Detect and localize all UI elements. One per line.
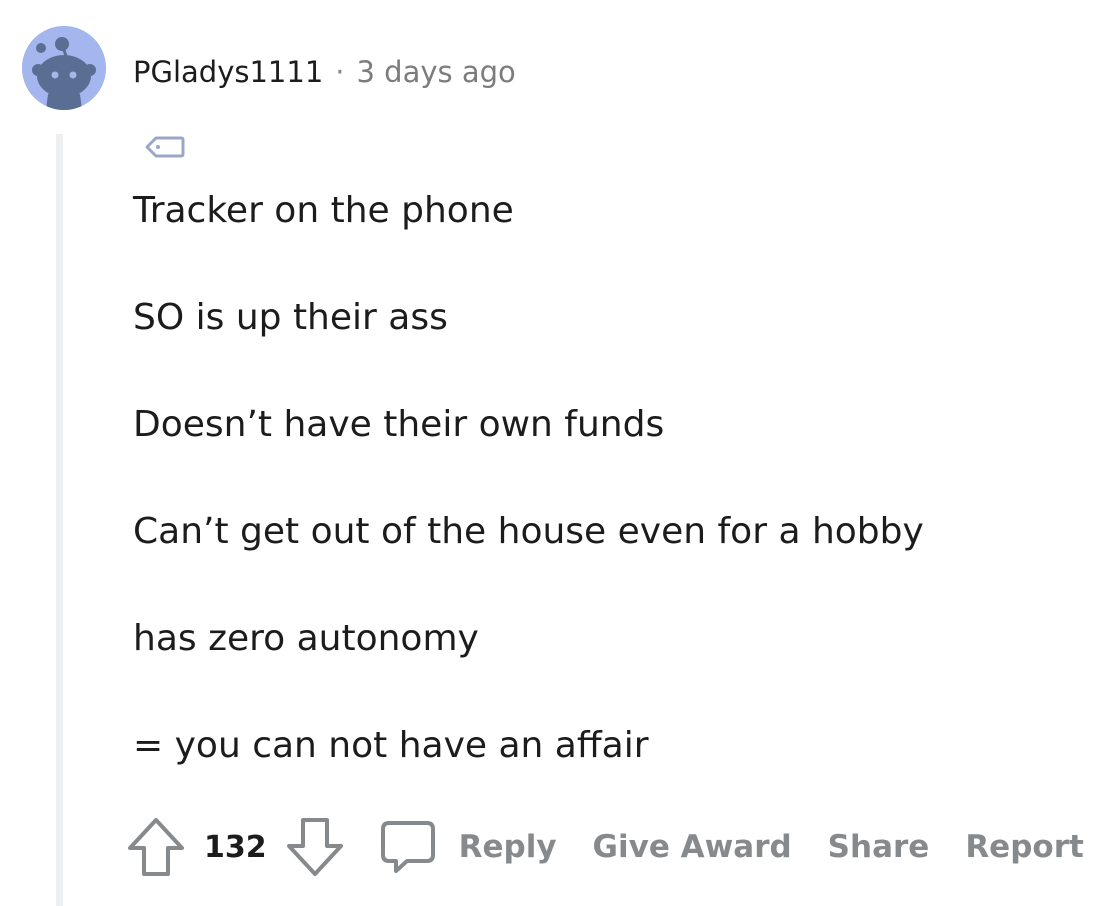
reply-label: Reply bbox=[458, 829, 557, 865]
snoo-avatar-icon bbox=[22, 26, 106, 110]
separator-dot: · bbox=[335, 55, 345, 89]
thread-collapse-line[interactable] bbox=[56, 134, 63, 906]
give-award-button[interactable]: Give Award bbox=[593, 829, 792, 865]
upvote-button[interactable] bbox=[126, 816, 186, 878]
share-button[interactable]: Share bbox=[828, 829, 930, 865]
downvote-button[interactable] bbox=[285, 816, 345, 878]
username-link[interactable]: PGladys1111 bbox=[133, 55, 323, 89]
arrow-up-icon bbox=[128, 818, 184, 876]
comment-line: has zero autonomy bbox=[133, 618, 479, 659]
tag-icon bbox=[143, 133, 187, 161]
comment-timestamp[interactable]: 3 days ago bbox=[357, 55, 516, 89]
comment-actions-bar: 132 Reply Give Award Share Report bbox=[126, 815, 1084, 879]
comment-line: Tracker on the phone bbox=[133, 190, 514, 231]
comment-line: SO is up their ass bbox=[133, 297, 448, 338]
comment-header: PGladys1111 · 3 days ago bbox=[133, 52, 516, 92]
speech-bubble-icon bbox=[380, 821, 435, 873]
arrow-down-icon bbox=[286, 818, 343, 876]
reply-button[interactable]: Reply bbox=[379, 818, 557, 876]
comment-body: Tracker on the phone SO is up their ass … bbox=[133, 186, 1073, 828]
comment-line: Can’t get out of the house even for a ho… bbox=[133, 511, 924, 552]
vote-count: 132 bbox=[204, 829, 267, 865]
comment-line: = you can not have an affair bbox=[133, 725, 649, 766]
avatar[interactable] bbox=[22, 26, 106, 110]
report-button[interactable]: Report bbox=[965, 829, 1084, 865]
comment-line: Doesn’t have their own funds bbox=[133, 404, 665, 445]
